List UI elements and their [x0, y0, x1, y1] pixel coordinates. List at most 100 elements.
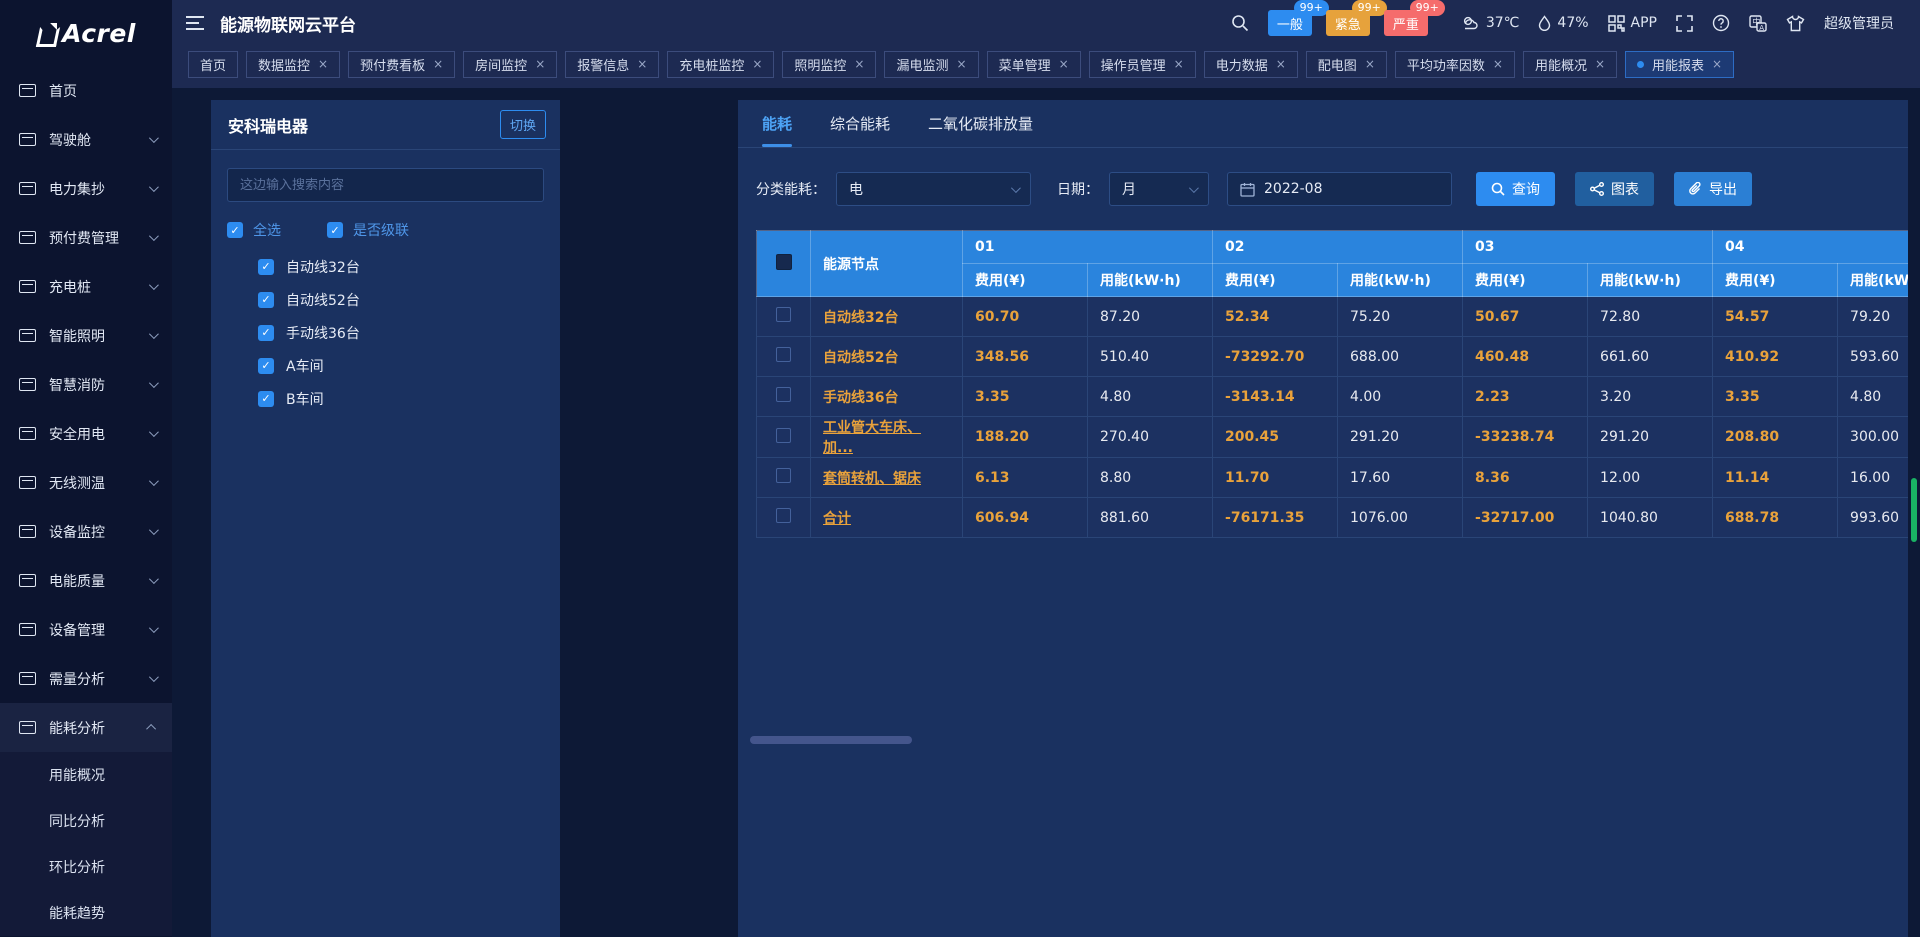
close-icon[interactable]: × [433, 57, 443, 71]
fullscreen-icon[interactable] [1676, 15, 1693, 32]
select-all-rows-checkbox[interactable] [776, 254, 792, 270]
sidebar-subitem-环比分析[interactable]: 环比分析 [0, 844, 172, 890]
tab-用能报表[interactable]: 用能报表× [1625, 51, 1734, 78]
current-user[interactable]: 超级管理员 [1824, 13, 1894, 33]
tab-操作员管理[interactable]: 操作员管理× [1089, 51, 1196, 78]
search-icon[interactable] [1231, 14, 1249, 32]
close-icon[interactable]: × [1712, 57, 1722, 71]
switch-button[interactable]: 切换 [500, 110, 546, 139]
node-name-cell[interactable]: 手动线36台 [811, 377, 963, 417]
vertical-scrollbar[interactable] [1911, 478, 1917, 542]
node-name-cell[interactable]: 合计 [811, 498, 963, 538]
close-icon[interactable]: × [1595, 57, 1605, 71]
close-icon[interactable]: × [318, 57, 328, 71]
tree-search-input[interactable] [227, 168, 544, 202]
close-icon[interactable]: × [1493, 57, 1503, 71]
alarm-badge-一般[interactable]: 一般99+ [1268, 10, 1312, 36]
close-icon[interactable]: × [1174, 57, 1184, 71]
node-checkbox[interactable]: ✓ [258, 358, 274, 374]
tree-node-自动线32台[interactable]: ✓自动线32台 [258, 250, 544, 283]
tab-照明监控[interactable]: 照明监控× [782, 51, 876, 78]
node-name-cell[interactable]: 自动线32台 [811, 297, 963, 337]
sidebar-item-能耗分析[interactable]: 能耗分析 [0, 703, 172, 752]
chart-button[interactable]: 图表 [1575, 172, 1654, 206]
brand-logo[interactable]: Acrel [0, 0, 172, 66]
node-checkbox[interactable]: ✓ [258, 259, 274, 275]
close-icon[interactable]: × [637, 57, 647, 71]
tree-node-B车间[interactable]: ✓B车间 [258, 382, 544, 415]
language-icon[interactable]: 中A [1749, 15, 1767, 32]
node-name-cell[interactable]: 工业管大车床、加... [811, 417, 963, 458]
theme-skin-icon[interactable] [1786, 15, 1805, 32]
close-icon[interactable]: × [1365, 57, 1375, 71]
row-checkbox[interactable] [776, 347, 791, 362]
tab-电力数据[interactable]: 电力数据× [1204, 51, 1298, 78]
tab-数据监控[interactable]: 数据监控× [246, 51, 340, 78]
query-button[interactable]: 查询 [1476, 172, 1555, 206]
select-all-checkbox[interactable]: ✓ [227, 222, 243, 238]
cascade-checkbox[interactable]: ✓ [327, 222, 343, 238]
date-type-select[interactable]: 月 [1109, 172, 1209, 206]
sidebar-subitem-同比分析[interactable]: 同比分析 [0, 798, 172, 844]
energy-tab-能耗[interactable]: 能耗 [762, 113, 792, 147]
alarm-badge-严重[interactable]: 严重99+ [1384, 10, 1428, 36]
close-icon[interactable]: × [1059, 57, 1069, 71]
node-checkbox[interactable]: ✓ [258, 391, 274, 407]
node-name-cell[interactable]: 套筒转机、锯床 [811, 458, 963, 498]
horizontal-scrollbar[interactable] [750, 736, 912, 744]
menu-toggle-icon[interactable] [186, 16, 204, 30]
tab-菜单管理[interactable]: 菜单管理× [987, 51, 1081, 78]
close-icon[interactable]: × [535, 57, 545, 71]
export-button[interactable]: 导出 [1674, 172, 1752, 206]
tab-平均功率因数[interactable]: 平均功率因数× [1395, 51, 1515, 78]
alarm-badge-紧急[interactable]: 紧急99+ [1326, 10, 1370, 36]
row-checkbox[interactable] [776, 428, 791, 443]
close-icon[interactable]: × [752, 57, 762, 71]
help-icon[interactable] [1712, 14, 1730, 32]
energy-tab-二氧化碳排放量[interactable]: 二氧化碳排放量 [928, 113, 1033, 147]
row-checkbox[interactable] [776, 387, 791, 402]
date-picker[interactable]: 2022-08 [1227, 172, 1452, 206]
sidebar-item-无线测温[interactable]: 无线测温 [0, 458, 172, 507]
tab-报警信息[interactable]: 报警信息× [565, 51, 659, 78]
close-icon[interactable]: × [957, 57, 967, 71]
sidebar-item-充电桩[interactable]: 充电桩 [0, 262, 172, 311]
sidebar-subitem-能耗趋势[interactable]: 能耗趋势 [0, 890, 172, 936]
app-qr-link[interactable]: APP [1608, 15, 1657, 32]
category-select[interactable]: 电 [836, 172, 1031, 206]
row-checkbox[interactable] [776, 508, 791, 523]
close-icon[interactable]: × [1276, 57, 1286, 71]
sidebar-item-电力集抄[interactable]: 电力集抄 [0, 164, 172, 213]
sidebar-item-智能照明[interactable]: 智能照明 [0, 311, 172, 360]
node-checkbox[interactable]: ✓ [258, 292, 274, 308]
tab-配电图[interactable]: 配电图× [1306, 51, 1387, 78]
sidebar-item-设备监控[interactable]: 设备监控 [0, 507, 172, 556]
sidebar-item-预付费管理[interactable]: 预付费管理 [0, 213, 172, 262]
sidebar-item-需量分析[interactable]: 需量分析 [0, 654, 172, 703]
row-checkbox[interactable] [776, 307, 791, 322]
fee-cell: -76171.35 [1213, 498, 1338, 538]
node-checkbox[interactable]: ✓ [258, 325, 274, 341]
qr-code-icon [1608, 15, 1625, 32]
sidebar-item-电能质量[interactable]: 电能质量 [0, 556, 172, 605]
usage-cell: 1040.80 [1588, 498, 1713, 538]
sidebar-item-智慧消防[interactable]: 智慧消防 [0, 360, 172, 409]
sidebar-item-安全用电[interactable]: 安全用电 [0, 409, 172, 458]
tree-node-手动线36台[interactable]: ✓手动线36台 [258, 316, 544, 349]
energy-tab-综合能耗[interactable]: 综合能耗 [830, 113, 890, 147]
close-icon[interactable]: × [854, 57, 864, 71]
sidebar-item-驾驶舱[interactable]: 驾驶舱 [0, 115, 172, 164]
sidebar-subitem-用能概况[interactable]: 用能概况 [0, 752, 172, 798]
tab-首页[interactable]: 首页 [188, 51, 238, 78]
sidebar-item-首页[interactable]: 首页 [0, 66, 172, 115]
tab-房间监控[interactable]: 房间监控× [463, 51, 557, 78]
tab-漏电监测[interactable]: 漏电监测× [884, 51, 978, 78]
tab-用能概况[interactable]: 用能概况× [1523, 51, 1617, 78]
tab-充电桩监控[interactable]: 充电桩监控× [667, 51, 774, 78]
tree-node-A车间[interactable]: ✓A车间 [258, 349, 544, 382]
tab-预付费看板[interactable]: 预付费看板× [348, 51, 455, 78]
node-name-cell[interactable]: 自动线52台 [811, 337, 963, 377]
row-checkbox[interactable] [776, 468, 791, 483]
tree-node-自动线52台[interactable]: ✓自动线52台 [258, 283, 544, 316]
sidebar-item-设备管理[interactable]: 设备管理 [0, 605, 172, 654]
